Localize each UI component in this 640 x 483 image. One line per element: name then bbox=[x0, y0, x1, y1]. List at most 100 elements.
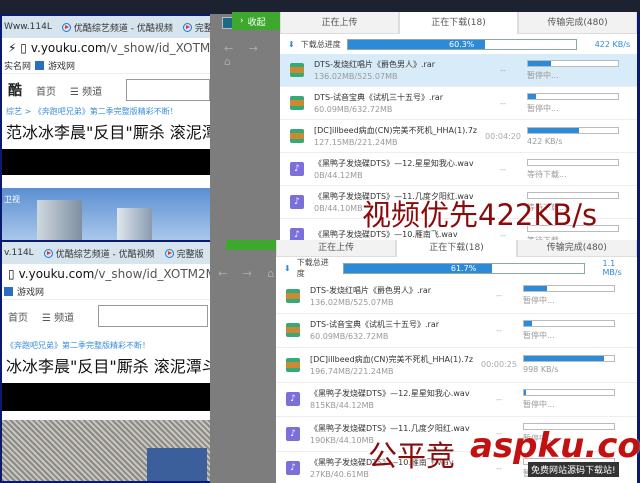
nav-channel[interactable]: ☰ 频道 bbox=[42, 309, 74, 324]
address-bar[interactable]: ▯v.youku.com/v_show/id_XOTM2MTQ5M bbox=[2, 264, 210, 284]
video-title: 范冰冰李晨"反目"厮杀 滚泥潭斗E bbox=[6, 123, 210, 142]
tab-completed[interactable]: 传输完成(480) bbox=[518, 12, 637, 34]
nav-home[interactable]: 首页 bbox=[8, 309, 28, 324]
bookmark-icon bbox=[4, 287, 13, 296]
file-meta: 《黑鸭子发烧碟DTS》—12.星星知我心.wav 815KB/44.12MB bbox=[310, 388, 475, 410]
video-letterbox bbox=[2, 383, 210, 411]
tab-completed[interactable]: 传输完成(480) bbox=[516, 240, 637, 257]
download-arrow-icon: ⬇ bbox=[284, 263, 291, 273]
time-remaining: 00:00:25 bbox=[481, 360, 517, 370]
download-row[interactable]: DTS-发烧红唱片《爵色男人》.rar 136.02MB/525.07MB --… bbox=[280, 54, 637, 87]
time-remaining: -- bbox=[496, 291, 502, 301]
breadcrumb[interactable]: 综艺 > 《奔跑吧兄弟》第二季完整版精彩不断！ bbox=[2, 106, 210, 117]
file-meta: [DC]illbeed病血(CN)完美不死机_HHA(1).7z 196.74M… bbox=[310, 354, 475, 376]
file-name: DTS-试音宝典《试机三十五号》.rar bbox=[314, 93, 444, 102]
screenshot-fair-share: v.114L 优酷综艺频道 - 优酷视频 完整版 ▯ v.youku.com/v_… bbox=[0, 240, 640, 483]
file-progress: 暂停中... bbox=[523, 285, 615, 306]
nav-channel[interactable]: ☰ 频道 bbox=[70, 83, 102, 98]
file-status: 暂停中... bbox=[523, 330, 555, 340]
download-arrow-icon: ⬇ bbox=[288, 39, 295, 49]
archive-file-icon bbox=[286, 288, 300, 303]
time-remaining: -- bbox=[496, 394, 502, 404]
file-size: 196.74MB/221.24MB bbox=[310, 366, 394, 376]
youku-icon bbox=[182, 22, 192, 32]
file-progress-fill bbox=[528, 60, 551, 66]
site-nav: 首页 ☰ 频道 bbox=[2, 300, 210, 332]
nav-home[interactable]: 首页 bbox=[36, 83, 56, 98]
bookmark[interactable]: 游戏网 bbox=[17, 285, 44, 298]
caption: 视频优先422KB/s bbox=[362, 198, 598, 232]
file-size: 815KB/44.12MB bbox=[310, 401, 374, 411]
browser-tab[interactable]: 完整版 bbox=[182, 21, 210, 34]
tab-uploading[interactable]: 正在上传 bbox=[276, 240, 397, 257]
archive-file-icon bbox=[286, 357, 300, 372]
file-size: 136.02MB/525.07MB bbox=[310, 297, 394, 307]
download-row[interactable]: DTS-试音宝典《试机三十五号》.rar 60.09MB/632.72MB --… bbox=[276, 314, 637, 348]
file-size: 60.09MB/632.72MB bbox=[310, 332, 389, 342]
download-row[interactable]: [DC]illbeed病血(CN)完美不死机_HHA(1).7z 127.15M… bbox=[280, 120, 637, 153]
file-progress-bar bbox=[523, 388, 615, 396]
download-row[interactable]: [DC]illbeed病血(CN)完美不死机_HHA(1).7z 196.74M… bbox=[276, 348, 637, 383]
file-progress-bar bbox=[527, 92, 619, 100]
bookmark[interactable]: 实名网 bbox=[4, 59, 31, 72]
browser-tabs: v.114L 优酷综艺频道 - 优酷视频 完整版 bbox=[2, 242, 210, 264]
browser-window: v.114L 优酷综艺频道 - 优酷视频 完整版 ▯ v.youku.com/v_… bbox=[2, 242, 210, 481]
file-status: 998 KB/s bbox=[523, 365, 559, 375]
download-row[interactable]: ♪ 《黑鸭子发烧碟DTS》—12.星星知我心.wav 815KB/44.12MB… bbox=[276, 383, 637, 417]
audio-file-icon: ♪ bbox=[286, 426, 300, 441]
file-progress: 暂停中... bbox=[527, 59, 619, 81]
browser-tab[interactable]: 优酷综艺频道 - 优酷视频 bbox=[43, 247, 155, 260]
address-bar[interactable]: ⚡ ▯v.youku.com/v_show/id_XOTM2MTQ5M bbox=[2, 38, 210, 58]
total-progress-bar: 61.7% bbox=[342, 262, 585, 274]
search-input[interactable] bbox=[98, 305, 209, 327]
search-input[interactable] bbox=[126, 79, 210, 101]
audio-file-icon: ♪ bbox=[286, 461, 300, 476]
file-meta: [DC]illbeed病血(CN)完美不死机_HHA(1).7z 127.15M… bbox=[314, 125, 479, 147]
download-row[interactable]: DTS-试音宝典《试机三十五号》.rar 60.09MB/632.72MB --… bbox=[280, 87, 637, 120]
file-meta: DTS-发烧红唱片《爵色男人》.rar 136.02MB/525.07MB bbox=[314, 59, 479, 81]
audio-file-icon: ♪ bbox=[290, 195, 304, 209]
file-progress: 暂停中... bbox=[527, 92, 619, 114]
collapse-button[interactable] bbox=[226, 240, 276, 250]
video-player[interactable] bbox=[2, 420, 210, 481]
manager-sidebar: ← → ⌂ bbox=[210, 240, 282, 483]
file-progress-bar bbox=[527, 126, 619, 134]
tv-label: 卫视 bbox=[4, 195, 20, 204]
bookmark[interactable]: 游戏网 bbox=[48, 59, 75, 72]
browser-window: Www.114L 优酷综艺频道 - 优酷视频 完整版 ⚡ ▯v.youku.co… bbox=[2, 16, 210, 240]
browser-tab[interactable]: v.114L bbox=[4, 248, 34, 258]
breadcrumb[interactable]: 《奔跑吧兄弟》第二季完整版精彩不断！ bbox=[2, 340, 210, 351]
tab-uploading[interactable]: 正在上传 bbox=[280, 12, 399, 34]
bookmarks-bar: 游戏网 bbox=[2, 284, 210, 300]
total-label: 下载总进度 bbox=[296, 258, 329, 278]
youku-icon bbox=[164, 248, 174, 258]
file-status: 暂停中... bbox=[527, 70, 559, 80]
nav-arrows-icon[interactable]: ← → ⌂ bbox=[218, 267, 280, 280]
nav-arrows-icon[interactable]: ← → ⌂ bbox=[224, 42, 282, 68]
tab-label: 优酷综艺频道 - 优酷视频 bbox=[55, 249, 155, 260]
tab-label: 完整版 bbox=[176, 249, 204, 260]
file-name: [DC]illbeed病血(CN)完美不死机_HHA(1).7z bbox=[314, 126, 478, 135]
url-path: /v_show/id_XOTM2MTQ5M bbox=[106, 41, 210, 55]
collapse-button[interactable]: › 收起 bbox=[232, 12, 282, 30]
file-progress: 暂停中... bbox=[523, 388, 615, 410]
tab-downloading[interactable]: 正在下载(18) bbox=[396, 240, 517, 257]
tab-downloading[interactable]: 正在下载(18) bbox=[399, 12, 518, 34]
file-status: 暂停中... bbox=[527, 103, 559, 113]
screenshot-video-priority: Www.114L 优酷综艺频道 - 优酷视频 完整版 ⚡ ▯v.youku.co… bbox=[0, 0, 640, 240]
file-progress: 422 KB/s bbox=[527, 126, 619, 146]
screen-image bbox=[147, 448, 207, 481]
file-name: [DC]illbeed病血(CN)完美不死机_HHA(1).7z bbox=[310, 354, 474, 364]
browser-tab[interactable]: 完整版 bbox=[164, 247, 204, 260]
browser-tab[interactable]: 优酷综艺频道 - 优酷视频 bbox=[61, 21, 173, 34]
download-row[interactable]: DTS-发烧红唱片《爵色男人》.rar 136.02MB/525.07MB --… bbox=[276, 279, 637, 314]
file-size: 60.09MB/632.72MB bbox=[314, 105, 393, 114]
time-remaining: 00:04:20 bbox=[485, 131, 521, 141]
video-player[interactable]: 卫视 bbox=[2, 188, 210, 240]
total-label: 下载总进度 bbox=[300, 39, 341, 49]
youku-icon bbox=[61, 22, 71, 32]
browser-tab[interactable]: Www.114L bbox=[4, 22, 52, 32]
download-row[interactable]: ♪ 《黑鸭子发烧碟DTS》—12.星星知我心.wav 0B/44.12MB --… bbox=[280, 153, 637, 186]
file-name: 《黑鸭子发烧碟DTS》—12.星星知我心.wav bbox=[314, 159, 474, 168]
archive-file-icon bbox=[290, 96, 304, 110]
